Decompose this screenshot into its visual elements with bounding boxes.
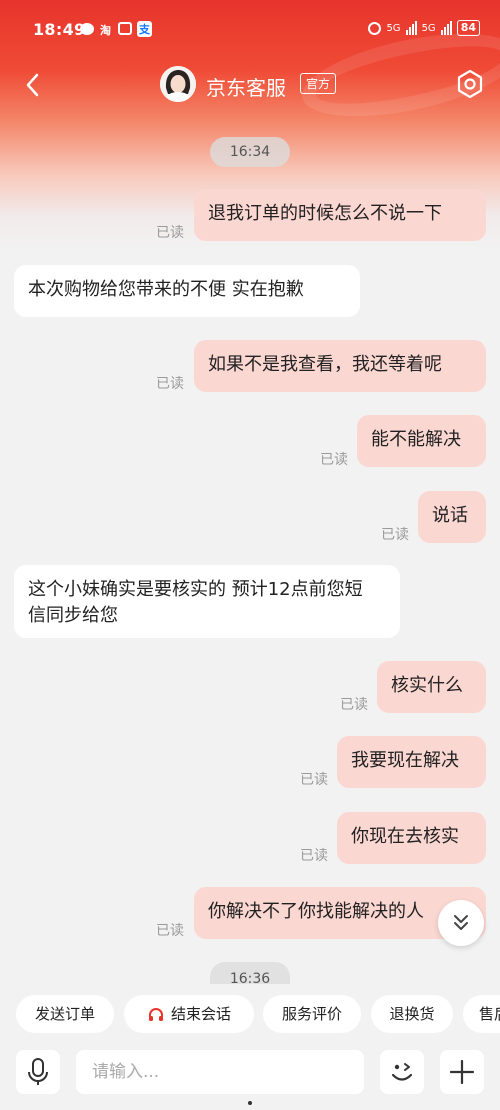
my-message-bubble[interactable]: 退我订单的时候怎么不说一下 — [194, 189, 486, 241]
agent-avatar[interactable] — [160, 66, 196, 102]
wink-emoji-icon — [391, 1063, 413, 1081]
home-indicator — [248, 1101, 252, 1105]
settings-gear-icon[interactable] — [454, 68, 486, 100]
alarm-icon — [368, 21, 382, 35]
my-message-bubble[interactable]: 能不能解决 — [357, 415, 486, 467]
quick-actions-bar: 发送订单 结束会话 服务评价 退换货 售后 — [0, 990, 500, 1042]
plus-icon — [449, 1059, 475, 1085]
chat-header: 京东客服 官方 — [0, 60, 500, 110]
emoji-button[interactable] — [380, 1050, 424, 1094]
read-receipt: 已读 — [156, 376, 184, 392]
battery-indicator: 84 — [456, 20, 480, 36]
return-exchange-button[interactable]: 退换货 — [371, 995, 453, 1033]
read-receipt: 已读 — [320, 452, 348, 468]
more-options-button[interactable] — [440, 1050, 484, 1094]
my-message-bubble[interactable]: 我要现在解决 — [337, 736, 486, 788]
message-notification-icon — [80, 23, 94, 35]
timestamp: 16:34 — [210, 137, 290, 167]
service-rating-button[interactable]: 服务评价 — [263, 995, 361, 1033]
agent-message-bubble[interactable]: 这个小妹确实是要核实的 预计12点前您短信同步给您 — [14, 565, 400, 638]
alipay-icon: 支 — [137, 21, 152, 37]
voice-button[interactable] — [16, 1050, 60, 1094]
read-receipt: 已读 — [156, 923, 184, 939]
signal-1-icon — [405, 21, 417, 35]
signal-1-label: 5G — [386, 22, 401, 34]
app-notification-icon — [118, 22, 132, 35]
status-time: 18:49 — [33, 20, 86, 39]
chip-label: 售后 — [479, 1005, 500, 1023]
chat-title: 京东客服 — [206, 76, 286, 100]
headset-icon — [148, 1007, 163, 1021]
official-badge: 官方 — [300, 73, 337, 94]
chip-label: 退换货 — [389, 1005, 435, 1023]
chip-label: 结束会话 — [170, 1005, 231, 1023]
my-message-bubble[interactable]: 核实什么 — [377, 661, 486, 713]
my-message-bubble[interactable]: 你现在去核实 — [337, 812, 486, 864]
back-arrow-icon[interactable] — [20, 70, 50, 100]
read-receipt: 已读 — [156, 225, 184, 241]
read-receipt: 已读 — [381, 527, 409, 543]
read-receipt: 已读 — [340, 697, 368, 713]
microphone-icon — [28, 1058, 48, 1085]
read-receipt: 已读 — [300, 772, 328, 788]
chip-label: 服务评价 — [281, 1005, 342, 1023]
chip-label: 发送订单 — [34, 1005, 95, 1023]
signal-2-icon — [440, 21, 452, 35]
status-bar: 18:49 淘 支 5G 5G 84 — [0, 0, 500, 60]
signal-2-label: 5G — [421, 22, 436, 34]
agent-message-bubble[interactable]: 本次购物给您带来的不便 实在抱歉 — [14, 265, 360, 317]
read-receipt: 已读 — [300, 848, 328, 864]
after-sales-button[interactable]: 售后 — [463, 995, 500, 1033]
scroll-to-bottom-button[interactable] — [438, 900, 484, 946]
my-message-bubble[interactable]: 如果不是我查看，我还等着呢 — [194, 340, 486, 392]
end-session-button[interactable]: 结束会话 — [124, 995, 254, 1033]
timestamp: 16:36 — [210, 962, 290, 984]
taobao-icon: 淘 — [100, 24, 111, 37]
my-message-bubble[interactable]: 说话 — [418, 491, 486, 543]
chevron-double-down-icon — [454, 915, 468, 930]
send-order-button[interactable]: 发送订单 — [16, 995, 114, 1033]
message-input[interactable] — [76, 1050, 364, 1094]
